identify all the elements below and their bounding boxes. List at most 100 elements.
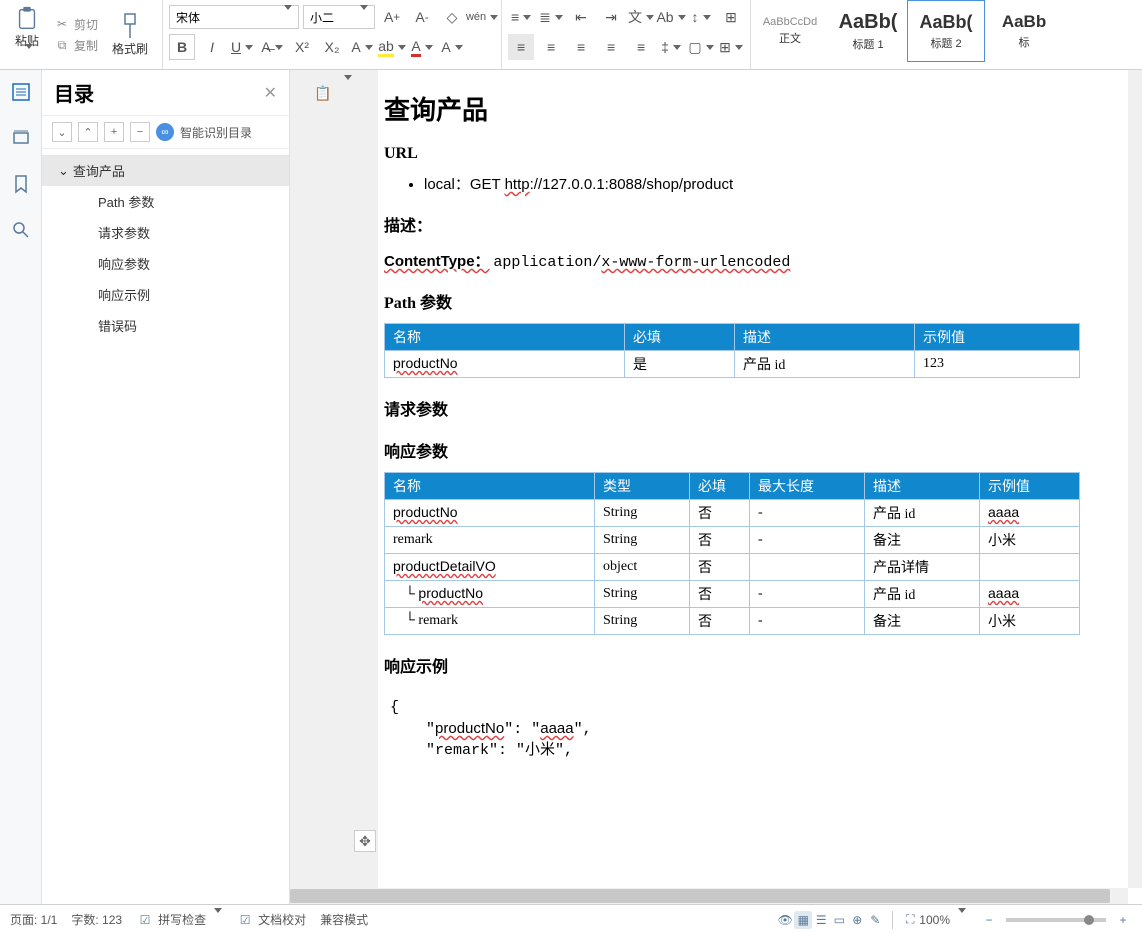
desc-heading: 描述：	[384, 212, 1142, 236]
style-heading3[interactable]: AaBb 标	[985, 0, 1063, 62]
outline-tree: ⌄ 查询产品 Path 参数 请求参数 响应参数 响应示例 错误码	[42, 149, 289, 904]
outline-tools: ⌄ ⌃ + − ∞ 智能识别目录	[42, 116, 289, 149]
move-handle-icon[interactable]: ✥	[354, 830, 376, 852]
highlight-button[interactable]: ab	[379, 34, 405, 60]
page: 查询产品 URL local：GET http://127.0.0.1:8088…	[378, 70, 1142, 904]
align-justify-button[interactable]: ≡	[598, 34, 624, 60]
paste-mini-chev[interactable]	[340, 80, 352, 106]
format-painter-button[interactable]: 格式刷	[104, 2, 156, 67]
strikethrough-button[interactable]: A̶	[259, 34, 285, 60]
eye-icon[interactable]: 👁	[776, 911, 794, 929]
paste-mini-icon[interactable]: 📋	[310, 80, 336, 106]
table-row: productDetailVOobject否产品详情	[385, 554, 1080, 581]
word-count[interactable]: 字数: 123	[71, 911, 122, 928]
scissors-icon: ✂	[54, 16, 70, 32]
outline-title: 目录	[54, 78, 94, 107]
ruler-button[interactable]: Ab	[658, 4, 684, 30]
align-left-button[interactable]: ≡	[508, 34, 534, 60]
collapse-all-button[interactable]: ⌃	[78, 122, 98, 142]
tree-item[interactable]: 响应参数	[42, 248, 289, 279]
italic-button[interactable]: I	[199, 34, 225, 60]
distribute-button[interactable]: ≡	[628, 34, 654, 60]
section-icon[interactable]	[9, 126, 33, 150]
outline-panel: 目录 ✕ ⌄ ⌃ + − ∞ 智能识别目录 ⌄ 查询产品 Path 参数 请求参…	[42, 70, 290, 904]
shading-button[interactable]: A	[439, 34, 465, 60]
statusbar: 页面: 1/1 字数: 123 ☑拼写检查 ☑文档校对 兼容模式 👁 ▦ ☰ ▭…	[0, 904, 1142, 934]
font-size-dropdown[interactable]: 小二	[303, 5, 375, 29]
style-heading2[interactable]: AaBb( 标题 2	[907, 0, 985, 62]
paste-button[interactable]: 粘贴	[6, 2, 48, 67]
phonetic-button[interactable]: wén	[469, 4, 495, 30]
req-params-heading: 请求参数	[384, 396, 1142, 420]
tree-item[interactable]: 请求参数	[42, 217, 289, 248]
increase-indent-button[interactable]: ⇥	[598, 4, 624, 30]
url-line: local：GET http://127.0.0.1:8088/shop/pro…	[424, 173, 1142, 194]
sort-button[interactable]: ↕	[688, 4, 714, 30]
shrink-font-button[interactable]: A-	[409, 4, 435, 30]
add-button[interactable]: +	[104, 122, 124, 142]
show-marks-button[interactable]: ⊞	[718, 4, 744, 30]
style-gallery: AaBbCcDd 正文 AaBb( 标题 1 AaBb( 标题 2 AaBb 标	[751, 0, 1063, 69]
doc-area: 📋 查询产品 URL local：GET http://127.0.0.1:80…	[290, 70, 1142, 904]
tree-item[interactable]: Path 参数	[42, 186, 289, 217]
style-normal[interactable]: AaBbCcDd 正文	[751, 0, 829, 62]
outline-view-icon[interactable]: ☰	[812, 911, 830, 929]
superscript-button[interactable]: X²	[289, 34, 315, 60]
ai-label[interactable]: 智能识别目录	[180, 124, 252, 141]
bullets-button[interactable]: ≡	[508, 4, 534, 30]
numbering-button[interactable]: ≣	[538, 4, 564, 30]
bookmark-icon[interactable]	[9, 172, 33, 196]
shading2-button[interactable]: ▢	[688, 34, 714, 60]
code-block: { "productNo": "aaaa", "remark": "小米",	[384, 687, 1142, 771]
tree-root[interactable]: ⌄ 查询产品	[42, 155, 289, 186]
expand-all-button[interactable]: ⌄	[52, 122, 72, 142]
font-color-button[interactable]: A	[409, 34, 435, 60]
zoom-out-button[interactable]: −	[980, 911, 998, 929]
proofread-button[interactable]: ☑文档校对	[236, 911, 306, 929]
ribbon-toolbar: 粘贴 ✂ 剪切 ⧉ 复制 格式刷 宋体	[0, 0, 1142, 70]
bold-button[interactable]: B	[169, 34, 195, 60]
close-icon[interactable]: ✕	[264, 83, 277, 103]
chevron-down-icon: ⌄	[58, 163, 69, 179]
tree-item[interactable]: 响应示例	[42, 279, 289, 310]
style-heading1[interactable]: AaBb( 标题 1	[829, 0, 907, 62]
table-row: productNoString否-产品 idaaaa	[385, 500, 1080, 527]
remove-button[interactable]: −	[130, 122, 150, 142]
web-view-icon[interactable]: ⊕	[848, 911, 866, 929]
table-row: └ productNoString否-产品 idaaaa	[385, 581, 1080, 608]
decrease-indent-button[interactable]: ⇤	[568, 4, 594, 30]
text-direction-button[interactable]: 文	[628, 4, 654, 30]
font-group: 宋体 小二 A+ A- ◇ wén B I U A̶ X² X₂ A ab A …	[163, 0, 502, 69]
copy-icon: ⧉	[54, 37, 70, 53]
text-effects-button[interactable]: A	[349, 34, 375, 60]
tree-item[interactable]: 错误码	[42, 310, 289, 341]
font-name-dropdown[interactable]: 宋体	[169, 5, 299, 29]
fit-icon[interactable]: ⛶	[901, 911, 919, 929]
zoom-label[interactable]: 100%	[919, 913, 966, 927]
spellcheck-button[interactable]: ☑拼写检查	[136, 911, 222, 929]
search-icon[interactable]	[9, 218, 33, 242]
align-right-button[interactable]: ≡	[568, 34, 594, 60]
borders-button[interactable]: ⊞	[718, 34, 744, 60]
cut-button[interactable]: ✂ 剪切	[48, 14, 104, 35]
res-params-heading: 响应参数	[384, 438, 1142, 462]
vertical-scrollbar[interactable]	[1128, 70, 1142, 888]
line-spacing-button[interactable]: ‡	[658, 34, 684, 60]
clear-format-button[interactable]: ◇	[439, 4, 465, 30]
page-view-icon[interactable]: ▦	[794, 911, 812, 929]
read-view-icon[interactable]: ▭	[830, 911, 848, 929]
pen-icon[interactable]: ✎	[866, 911, 884, 929]
url-heading: URL	[384, 145, 1142, 163]
copy-button[interactable]: ⧉ 复制	[48, 35, 104, 56]
align-center-button[interactable]: ≡	[538, 34, 564, 60]
subscript-button[interactable]: X₂	[319, 34, 345, 60]
outline-icon[interactable]	[9, 80, 33, 104]
grow-font-button[interactable]: A+	[379, 4, 405, 30]
page-indicator[interactable]: 页面: 1/1	[10, 911, 57, 928]
horizontal-scrollbar[interactable]	[290, 888, 1128, 904]
paragraph-group: ≡ ≣ ⇤ ⇥ 文 Ab ↕ ⊞ ≡ ≡ ≡ ≡ ≡ ‡ ▢ ⊞	[502, 0, 751, 69]
zoom-slider[interactable]	[1006, 918, 1106, 922]
zoom-in-button[interactable]: +	[1114, 911, 1132, 929]
content-type-line: ContentType： application/x-www-form-urle…	[384, 250, 1142, 271]
underline-button[interactable]: U	[229, 34, 255, 60]
